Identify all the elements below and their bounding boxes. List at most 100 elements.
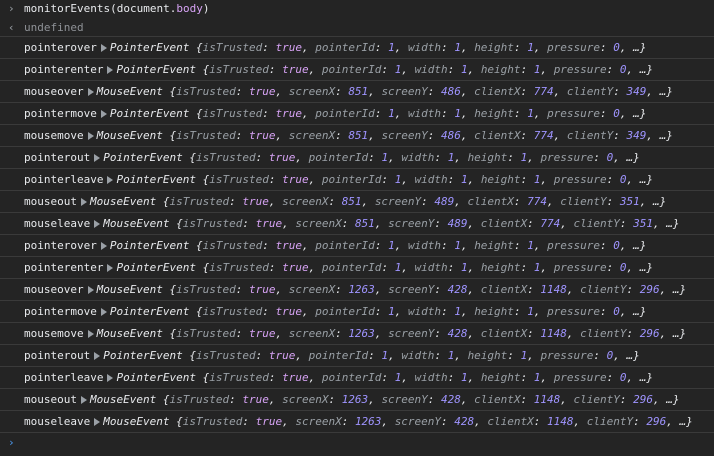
event-name: mouseleave — [24, 217, 91, 230]
event-log-row[interactable]: pointerenter PointerEvent {isTrusted: tru… — [0, 257, 714, 279]
expand-triangle-icon[interactable] — [100, 110, 107, 118]
prop-key: height — [480, 63, 521, 76]
devtools-console: › monitorEvents(document.body) ‹ undefin… — [0, 0, 714, 456]
event-class: PointerEvent — [116, 261, 196, 274]
prop-key: isTrusted — [176, 129, 236, 142]
event-log-row[interactable]: mouseout MouseEvent {isTrusted: true, scr… — [0, 389, 714, 411]
prop-key: screenY — [381, 393, 428, 406]
event-entry: pointerenter PointerEvent {isTrusted: tru… — [24, 63, 654, 76]
prop-key: clientY — [586, 415, 634, 428]
expand-triangle-icon[interactable] — [107, 374, 114, 382]
event-log-row[interactable]: pointerleave PointerEvent {isTrusted: tru… — [0, 169, 714, 191]
event-log-row[interactable]: mouseover MouseEvent {isTrusted: true, sc… — [0, 279, 714, 301]
event-entry: pointerleave PointerEvent {isTrusted: tru… — [24, 173, 654, 186]
prop-key: pointerId — [315, 41, 375, 54]
prop-value: 351 — [633, 217, 654, 230]
prop-key: pointerId — [321, 63, 382, 76]
expand-triangle-icon[interactable] — [94, 220, 101, 228]
prop-key: isTrusted — [202, 107, 263, 120]
prop-key: screenX — [282, 393, 329, 406]
ellipsis: … — [633, 41, 640, 54]
prop-key: screenX — [288, 327, 336, 340]
prop-value: 486 — [441, 129, 461, 142]
event-class: PointerEvent — [109, 239, 190, 252]
expand-triangle-icon[interactable] — [107, 66, 114, 74]
expand-triangle-icon[interactable] — [107, 264, 114, 272]
prop-key: clientX — [474, 85, 521, 98]
expand-triangle-icon[interactable] — [100, 242, 107, 250]
prop-value: true — [242, 393, 269, 406]
prop-key: isTrusted — [209, 371, 269, 384]
prop-key: height — [474, 305, 514, 318]
console-prompt[interactable]: › — [0, 433, 714, 453]
command-arg: body — [176, 2, 203, 15]
prop-value: 428 — [447, 327, 468, 340]
prop-value: 1 — [460, 261, 468, 274]
expand-triangle-icon[interactable] — [87, 132, 94, 140]
prop-key: clientX — [474, 393, 521, 406]
expand-triangle-icon[interactable] — [100, 44, 107, 52]
event-log-row[interactable]: mouseleave MouseEvent {isTrusted: true, s… — [0, 213, 714, 235]
prop-value: 351 — [619, 195, 640, 208]
prop-key: pointerId — [321, 261, 382, 274]
prop-key: clientX — [480, 217, 528, 230]
event-log-row[interactable]: pointerout PointerEvent {isTrusted: true,… — [0, 345, 714, 367]
command-text[interactable]: monitorEvents(document.body) — [24, 0, 209, 18]
event-log-row[interactable]: pointerover PointerEvent {isTrusted: true… — [0, 235, 714, 257]
prop-key: height — [480, 173, 521, 186]
event-log-row[interactable]: pointerleave PointerEvent {isTrusted: tru… — [0, 367, 714, 389]
expand-triangle-icon[interactable] — [94, 154, 101, 162]
event-name: pointerleave — [24, 371, 104, 384]
prop-key: height — [474, 107, 514, 120]
prop-key: pointerId — [308, 349, 369, 362]
prop-value: 1148 — [540, 327, 567, 340]
event-entry: pointermove PointerEvent {isTrusted: true… — [24, 305, 647, 318]
prop-key: screenY — [388, 283, 435, 296]
event-class: PointerEvent — [116, 63, 196, 76]
expand-triangle-icon[interactable] — [87, 330, 94, 338]
prop-value: 851 — [348, 129, 369, 142]
prop-key: screenX — [295, 415, 342, 428]
event-log-row[interactable]: mouseleave MouseEvent {isTrusted: true, s… — [0, 411, 714, 433]
prop-value: 0 — [619, 371, 627, 384]
result-text: undefined — [24, 21, 84, 34]
prop-value: true — [248, 283, 276, 296]
expand-triangle-icon[interactable] — [94, 352, 101, 360]
prop-value: true — [248, 129, 276, 142]
console-command-line[interactable]: › monitorEvents(document.body) — [0, 0, 714, 20]
event-log-row[interactable]: mousemove MouseEvent {isTrusted: true, sc… — [0, 125, 714, 147]
prop-value: 1 — [460, 63, 468, 76]
expand-triangle-icon[interactable] — [80, 198, 87, 206]
prop-key: height — [480, 371, 521, 384]
prop-key: isTrusted — [169, 393, 230, 406]
event-log-row[interactable]: mousemove MouseEvent {isTrusted: true, sc… — [0, 323, 714, 345]
event-log-row[interactable]: pointerenter PointerEvent {isTrusted: tru… — [0, 59, 714, 81]
event-log-row[interactable]: pointerout PointerEvent {isTrusted: true,… — [0, 147, 714, 169]
event-log-row[interactable]: pointerover PointerEvent {isTrusted: true… — [0, 37, 714, 59]
event-class: MouseEvent — [96, 85, 163, 98]
prop-value: true — [282, 261, 309, 274]
prop-value: 1263 — [348, 283, 375, 296]
event-log-row[interactable]: mouseover MouseEvent {isTrusted: true, sc… — [0, 81, 714, 103]
prop-key: clientY — [580, 283, 627, 296]
expand-triangle-icon[interactable] — [94, 418, 101, 426]
event-log-row[interactable]: pointermove PointerEvent {isTrusted: true… — [0, 301, 714, 323]
prop-key: screenY — [381, 129, 428, 142]
expand-triangle-icon[interactable] — [87, 286, 94, 294]
prop-key: screenX — [282, 195, 329, 208]
prop-value: 1148 — [533, 393, 561, 406]
prop-key: clientY — [573, 217, 620, 230]
ellipsis: … — [666, 393, 673, 406]
event-log-row[interactable]: mouseout MouseEvent {isTrusted: true, scr… — [0, 191, 714, 213]
event-entry: mouseout MouseEvent {isTrusted: true, scr… — [24, 393, 680, 406]
prop-value: 774 — [533, 85, 554, 98]
prop-key: clientX — [487, 415, 534, 428]
prop-key: pressure — [547, 305, 601, 318]
expand-triangle-icon[interactable] — [107, 176, 114, 184]
expand-triangle-icon[interactable] — [87, 88, 94, 96]
event-log-row[interactable]: pointermove PointerEvent {isTrusted: true… — [0, 103, 714, 125]
event-class: PointerEvent — [116, 173, 196, 186]
expand-triangle-icon[interactable] — [100, 308, 107, 316]
expand-triangle-icon[interactable] — [80, 396, 87, 404]
prop-value: 1 — [460, 371, 468, 384]
